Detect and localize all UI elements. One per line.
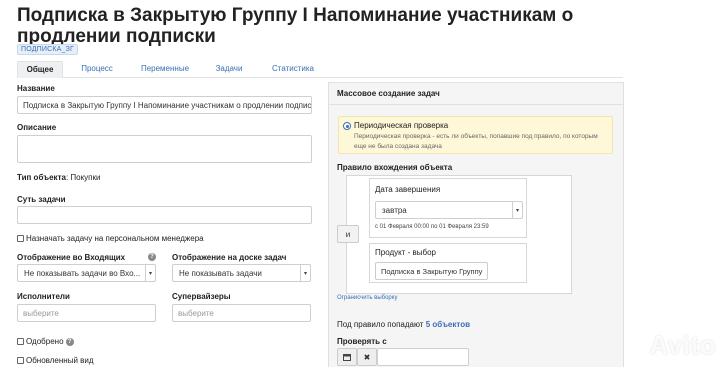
chevron-down-icon: ▾ [145,265,155,281]
chevron-down-icon: ▾ [512,202,522,218]
inbox-display-value: Не показывать задачи во Вхо... [24,268,141,278]
matching-count[interactable]: 5 объектов [426,320,470,329]
board-display-label: Отображение на доске задач [172,253,287,262]
object-type-label: Тип объекта [17,173,66,182]
matching-prefix: Под правило попадают [337,320,424,329]
code-tag: ПОДПИСКА_ЗГ [17,44,79,55]
object-type: Тип объекта: Покупки [17,173,100,182]
end-date-select[interactable]: завтра ▾ [375,201,523,219]
matching-summary: Под правило попадают 5 объектов [337,320,470,329]
essence-input[interactable] [17,206,312,224]
question-circle-icon[interactable]: ? [65,337,74,346]
board-display-value: Не показывать задачи [179,268,262,278]
calendar-icon[interactable] [337,348,357,366]
panel-title: Массовое создание задач [329,83,623,105]
product-chip[interactable]: Подписка в Закрытую Группу [375,262,488,280]
description-textarea[interactable] [17,135,312,163]
name-label: Название [17,84,55,93]
supervisors-input[interactable]: выберите [172,304,311,322]
object-type-value: : Покупки [65,173,101,182]
tab-bar: Общее Процесс Переменные Задачи Статисти… [17,61,623,78]
inbox-display-label: Отображение во Входящих [17,253,125,262]
end-date-condition: Дата завершения завтра ▾ с 01 Февраля 00… [369,178,527,238]
assign-manager-checkbox[interactable]: Назначать задачу на персональном менедже… [17,234,204,243]
description-label: Описание [17,123,57,132]
tab-general[interactable]: Общее [17,61,63,78]
periodic-desc: Периодическая проверка - есть ли объекты… [354,133,598,150]
essence-label: Суть задачи [17,195,66,204]
rule-label: Правило вхождения объекта [337,163,453,172]
updated-view-checkbox[interactable]: Обновленный вид [17,356,94,365]
tab-variables[interactable]: Переменные [135,61,195,78]
inbox-display-select[interactable]: Не показывать задачи во Вхо... ▾ [17,264,156,282]
chevron-down-icon: ▾ [300,265,310,281]
periodic-label[interactable]: Периодическая проверка [354,121,448,130]
end-date-label: Дата завершения [375,185,441,194]
mass-task-panel: Массовое создание задач Периодическая пр… [328,82,624,367]
radio-icon[interactable] [343,122,351,130]
supervisors-label: Супервайзеры [172,292,231,301]
limit-selection-link[interactable]: Огранисчить выборку [337,295,397,301]
question-circle-icon[interactable]: ? [148,253,156,261]
updated-view-label: Обновленный вид [26,356,94,365]
check-from-label: Проверять с [337,337,387,346]
executors-input[interactable]: выберите [17,304,156,322]
assign-manager-label: Назначать задачу на персональном менедже… [26,234,204,243]
approved-label: Одобрено [26,337,64,346]
and-button[interactable]: и [337,225,359,243]
checkbox-icon[interactable] [17,357,24,365]
executors-label: Исполнители [17,292,70,301]
tab-statistics[interactable]: Статистика [265,61,321,78]
checkbox-icon[interactable] [17,235,24,243]
avito-watermark: Avito [649,330,716,360]
name-input[interactable]: Подписка в Закрытую Группу I Напоминание… [17,96,312,114]
tab-tasks[interactable]: Задачи [207,61,251,78]
tab-process[interactable]: Процесс [72,61,122,78]
end-date-value: завтра [382,205,407,215]
page-title: Подписка в Закрытую Группу I Напоминание… [17,5,574,47]
checkbox-icon[interactable] [17,338,24,346]
approved-checkbox[interactable]: Одобрено ? [17,337,74,346]
check-from-input[interactable] [377,348,469,366]
periodic-notice: Периодическая проверка Периодическая про… [338,116,613,154]
board-display-select[interactable]: Не показывать задачи ▾ [172,264,311,282]
product-condition: Продукт - выбор Подписка в Закрытую Груп… [369,243,527,283]
date-range: с 01 Февраля 00:00 по 01 Февраля 23:59 [375,224,489,230]
product-label: Продукт - выбор [375,248,436,257]
inbox-display-text: Отображение во Входящих [17,253,126,262]
close-icon[interactable]: ✖ [357,348,377,366]
